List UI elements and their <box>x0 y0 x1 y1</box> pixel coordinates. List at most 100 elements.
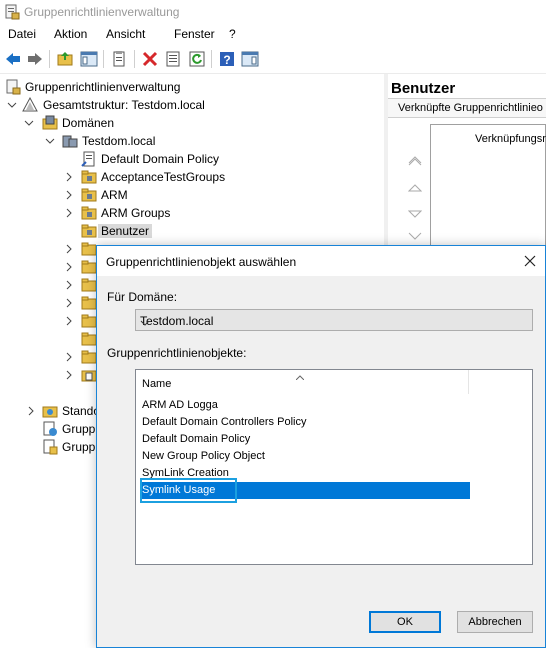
sort-ascending-icon <box>295 371 305 381</box>
tree-ou[interactable] <box>0 348 97 366</box>
tree-domain[interactable]: Testdom.local <box>0 132 384 150</box>
menu-bar: Datei Aktion Ansicht Fenster ? <box>0 24 546 44</box>
menu-ansicht[interactable]: Ansicht <box>106 27 145 41</box>
tree-ou[interactable] <box>0 276 97 294</box>
chevron-right-icon[interactable] <box>64 369 74 380</box>
refresh-icon[interactable] <box>188 50 206 68</box>
toolbar-separator <box>103 50 104 68</box>
tree-ou[interactable] <box>0 330 97 348</box>
chevron-right-icon[interactable] <box>64 207 74 218</box>
menu-datei[interactable]: Datei <box>8 27 36 41</box>
show-hide-tree-icon[interactable] <box>80 50 98 68</box>
list-item[interactable]: Default Domain Policy <box>140 431 470 448</box>
menu-fenster[interactable]: Fenster <box>174 27 215 41</box>
list-item-label: New Group Policy Object <box>142 450 265 462</box>
tree-item-label: AcceptanceTestGroups <box>101 170 226 184</box>
column-divider[interactable] <box>468 370 469 394</box>
dialog-title: Gruppenrichtlinienobjekt auswählen <box>106 255 297 269</box>
tree-ou[interactable] <box>0 366 97 384</box>
tree-modeling[interactable]: Grupp <box>0 420 96 438</box>
chevron-right-icon[interactable] <box>64 243 74 254</box>
move-to-bottom-icon[interactable] <box>408 232 422 244</box>
chevron-right-icon[interactable] <box>64 261 74 272</box>
gpo-list[interactable]: Name ARM AD Logga Default Domain Control… <box>135 369 533 565</box>
tree-forest[interactable]: Gesamtstruktur: Testdom.local <box>0 96 384 114</box>
menu-aktion[interactable]: Aktion <box>54 27 87 41</box>
ou-folder-icon <box>81 169 97 185</box>
chevron-right-icon[interactable] <box>64 171 74 182</box>
tree-ou[interactable]: ARM <box>0 186 384 204</box>
export-list-icon[interactable] <box>164 50 182 68</box>
list-item-label: Default Domain Controllers Policy <box>142 416 307 428</box>
chevron-right-icon[interactable] <box>64 279 74 290</box>
menu-help[interactable]: ? <box>229 27 236 41</box>
ou-folder-icon <box>81 223 97 239</box>
chevron-right-icon[interactable] <box>64 189 74 200</box>
tree-gpo-link[interactable]: Default Domain Policy <box>0 150 384 168</box>
details-title: Benutzer <box>391 80 456 97</box>
tree-ou[interactable] <box>0 312 97 330</box>
column-name-label: Name <box>142 378 172 390</box>
tree-ou[interactable]: AcceptanceTestGroups <box>0 168 384 186</box>
chevron-right-icon[interactable] <box>64 315 74 326</box>
tree-ou[interactable] <box>0 258 97 276</box>
cancel-button-label: Abbrechen <box>468 616 522 628</box>
tree-results[interactable]: Grupp <box>0 438 96 456</box>
domain-icon <box>62 133 78 149</box>
tree-item-label: Grupp <box>62 440 96 454</box>
domain-select-value: Testdom.local <box>140 314 214 328</box>
chevron-right-icon[interactable] <box>64 297 74 308</box>
tree-item-label: Benutzer <box>98 224 153 238</box>
chevron-down-icon <box>140 316 150 326</box>
list-item-selected[interactable]: Symlink Usage <box>140 478 470 503</box>
tree-forest-label: Gesamtstruktur: Testdom.local <box>43 98 205 112</box>
ok-button[interactable]: OK <box>369 611 441 633</box>
back-icon[interactable] <box>4 50 22 68</box>
sites-icon <box>42 403 58 419</box>
toolbar-separator <box>211 50 212 68</box>
domain-select[interactable]: Testdom.local <box>135 309 533 331</box>
tree-domains-label: Domänen <box>62 116 115 130</box>
gpmc-icon <box>5 79 21 95</box>
cancel-button[interactable]: Abbrechen <box>457 611 533 633</box>
tree-ou[interactable] <box>0 294 97 312</box>
tree-domains[interactable]: Domänen <box>0 114 384 132</box>
close-icon[interactable] <box>519 250 541 272</box>
up-folder-icon[interactable] <box>56 50 74 68</box>
tree-item-label: ARM <box>101 188 128 202</box>
list-item[interactable]: Default Domain Controllers Policy <box>140 414 470 431</box>
properties-icon[interactable] <box>110 50 128 68</box>
move-up-icon[interactable] <box>407 182 423 194</box>
ou-folder-icon <box>81 313 97 329</box>
tree-item-label: Stando <box>62 404 96 418</box>
move-to-top-icon[interactable] <box>408 154 422 166</box>
chevron-right-icon[interactable] <box>64 351 74 362</box>
annotation-highlight-box <box>140 478 237 503</box>
action-pane-icon[interactable] <box>241 50 259 68</box>
chevron-down-icon[interactable] <box>45 135 55 145</box>
chevron-right-icon[interactable] <box>26 405 36 416</box>
domains-folder-icon <box>42 115 58 131</box>
tab-linked-gpos[interactable]: Verknüpfte Gruppenrichtlinieo <box>388 98 546 118</box>
list-item[interactable]: New Group Policy Object <box>140 448 470 465</box>
move-down-icon[interactable] <box>407 208 423 220</box>
delete-icon[interactable] <box>141 50 159 68</box>
tree-sites[interactable]: Stando <box>0 402 96 420</box>
gpo-container-icon <box>81 367 97 383</box>
column-header-name[interactable]: Name <box>136 370 469 394</box>
tree-ou[interactable]: ARM Groups <box>0 204 384 222</box>
window-title: Gruppenrichtlinienverwaltung <box>24 5 180 19</box>
ou-folder-icon <box>81 241 96 257</box>
chevron-down-icon[interactable] <box>7 99 17 109</box>
column-link-order[interactable]: Verknüpfungsre <box>475 133 546 145</box>
help-icon[interactable]: ? <box>218 50 236 68</box>
tree-root[interactable]: Gruppenrichtlinienverwaltung <box>0 78 384 96</box>
tree-ou[interactable] <box>0 240 96 258</box>
list-item-label: ARM AD Logga <box>142 399 218 411</box>
chevron-down-icon[interactable] <box>24 117 34 127</box>
forward-icon[interactable] <box>26 50 44 68</box>
forest-icon <box>22 96 38 113</box>
tree-ou-selected[interactable]: Benutzer <box>0 222 384 240</box>
ou-folder-icon <box>81 277 97 293</box>
list-item[interactable]: ARM AD Logga <box>140 397 470 414</box>
